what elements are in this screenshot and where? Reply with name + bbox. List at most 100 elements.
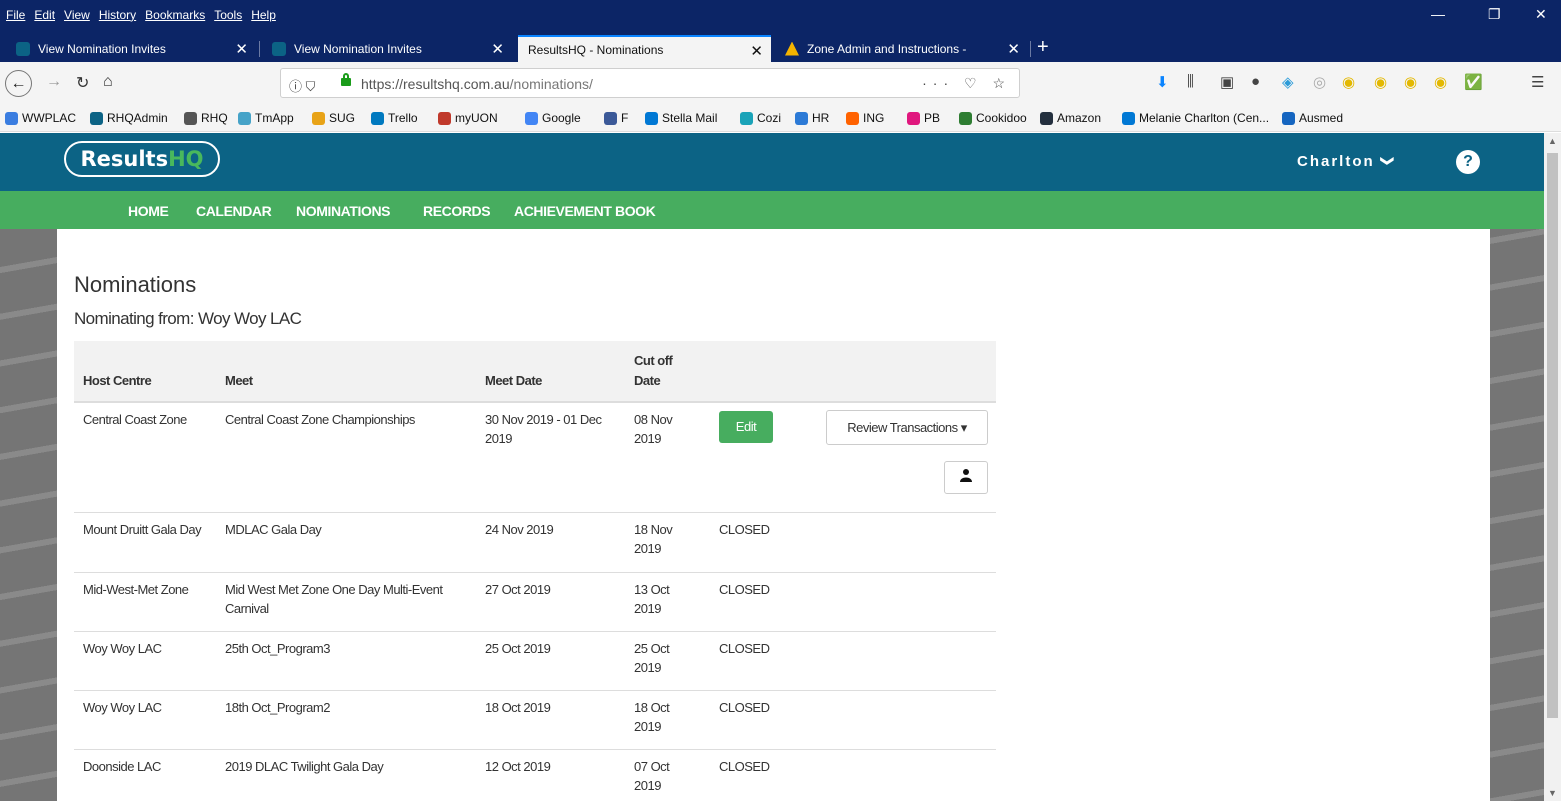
help-icon[interactable]: ? <box>1456 150 1480 174</box>
new-tab-button[interactable]: + <box>1037 36 1049 59</box>
amazon-icon <box>1040 111 1053 125</box>
bookmark-cozi[interactable]: Cozi <box>740 111 781 125</box>
tab-strip: View Nomination Invites ✕ View Nominatio… <box>0 32 1561 62</box>
globe-icon <box>184 111 197 125</box>
meet-date-cell: 18 Oct 2019 <box>485 700 551 715</box>
menu-edit[interactable]: Edit <box>34 8 55 22</box>
library-icon[interactable]: ⫼ <box>1187 73 1194 90</box>
account-icon[interactable]: ● <box>1251 73 1260 90</box>
tab-separator <box>259 41 260 57</box>
close-tab-icon[interactable]: ✕ <box>750 42 763 60</box>
nav-nominations[interactable]: NOMINATIONS <box>296 203 391 219</box>
url-text[interactable]: https://resultshq.com.au/nominations/ <box>361 76 593 92</box>
menu-view[interactable]: View <box>64 8 90 22</box>
column-meet: Meet <box>225 373 253 388</box>
bookmark-facebook[interactable]: F <box>604 111 628 125</box>
bookmark-ing[interactable]: ING <box>846 111 884 125</box>
site-info-icon[interactable]: ⓘ ⛉ <box>289 76 315 95</box>
review-transactions-button[interactable]: Review Transactions ▾ <box>826 410 988 445</box>
tab-zone-admin[interactable]: Zone Admin and Instructions - ✕ <box>775 35 1028 62</box>
back-button[interactable]: ← <box>5 70 32 97</box>
bookmark-icon <box>740 111 753 125</box>
extension-icon[interactable]: ◉ <box>1434 73 1447 91</box>
meet-date-cell: 30 Nov 2019 - 01 Dec 2019 <box>485 412 602 446</box>
nav-achievement-book[interactable]: ACHIEVEMENT BOOK <box>514 203 656 219</box>
bookmark-cookidoo[interactable]: Cookidoo <box>959 111 1027 125</box>
menu-help[interactable]: Help <box>251 8 276 22</box>
bookmark-sug[interactable]: SUG <box>312 111 355 125</box>
scroll-down-icon[interactable]: ▼ <box>1548 788 1557 798</box>
bookmark-trello[interactable]: Trello <box>371 111 418 125</box>
bookmark-amazon[interactable]: Amazon <box>1040 111 1101 125</box>
outlook-icon <box>1122 111 1135 125</box>
nav-records[interactable]: RECORDS <box>423 203 491 219</box>
home-icon[interactable]: ⌂ <box>103 73 113 91</box>
close-tab-icon[interactable]: ✕ <box>1007 40 1020 58</box>
menu-history[interactable]: History <box>99 8 136 22</box>
meet-date-cell: 12 Oct 2019 <box>485 759 551 774</box>
checkmark-extension-icon[interactable]: ✅ <box>1464 73 1483 91</box>
google-drive-icon <box>785 41 799 56</box>
forward-icon[interactable]: → <box>46 73 62 91</box>
resultshq-logo[interactable]: ResultsHQ <box>64 141 220 177</box>
host-cell: Mid-West-Met Zone <box>83 582 189 597</box>
nav-home[interactable]: HOME <box>128 203 169 219</box>
extension-icon[interactable]: ◉ <box>1404 73 1417 91</box>
status-closed: CLOSED <box>719 759 770 774</box>
bookmark-melanie-charlton[interactable]: Melanie Charlton (Cen... <box>1122 111 1269 125</box>
status-closed: CLOSED <box>719 522 770 537</box>
person-icon[interactable] <box>944 461 988 494</box>
meet-cell: Central Coast Zone Championships <box>225 412 415 427</box>
facebook-icon <box>604 111 617 125</box>
extension-icon[interactable]: ◎ <box>1313 73 1326 91</box>
table-row: Doonside LAC 2019 DLAC Twilight Gala Day… <box>74 750 996 801</box>
downloads-icon[interactable]: ⬇ <box>1156 73 1169 91</box>
menu-bookmarks[interactable]: Bookmarks <box>145 8 205 22</box>
status-closed: CLOSED <box>719 641 770 656</box>
address-bar[interactable]: ⓘ ⛉ https://resultshq.com.au/nominations… <box>280 68 1020 98</box>
extension-icon[interactable]: ◉ <box>1342 73 1355 91</box>
bookmark-icon <box>5 111 18 125</box>
tab-view-nomination-invites-2[interactable]: View Nomination Invites ✕ <box>262 35 512 62</box>
page-actions-icon[interactable]: ··· ♡ ☆ <box>922 75 1011 92</box>
table-row: Mid-West-Met Zone Mid West Met Zone One … <box>74 573 996 632</box>
tab-title: Zone Admin and Instructions - <box>807 41 967 56</box>
reload-icon[interactable]: ↻ <box>76 73 89 93</box>
scrollbar-thumb[interactable] <box>1547 153 1558 718</box>
host-cell: Woy Woy LAC <box>83 641 162 656</box>
close-window-button[interactable]: ✕ <box>1535 6 1547 23</box>
cutoff-date-cell: 18 Nov 2019 <box>634 522 673 556</box>
trello-icon <box>371 111 384 125</box>
hamburger-menu-icon[interactable]: ☰ <box>1531 73 1544 91</box>
tab-title: View Nomination Invites <box>38 41 166 56</box>
menu-file[interactable]: File <box>6 8 25 22</box>
extension-icon[interactable]: ◉ <box>1374 73 1387 91</box>
vertical-scrollbar[interactable]: ▲ ▼ <box>1544 133 1561 801</box>
host-cell: Woy Woy LAC <box>83 700 162 715</box>
table-row: Woy Woy LAC 18th Oct_Program2 18 Oct 201… <box>74 691 996 750</box>
bookmark-wwplac[interactable]: WWPLAC <box>5 111 76 125</box>
menu-tools[interactable]: Tools <box>214 8 242 22</box>
edit-button[interactable]: Edit <box>719 411 773 443</box>
nav-calendar[interactable]: CALENDAR <box>196 203 272 219</box>
close-tab-icon[interactable]: ✕ <box>491 40 504 58</box>
extension-icon[interactable]: ◈ <box>1282 73 1294 91</box>
tab-resultshq-nominations[interactable]: ResultsHQ - Nominations ✕ <box>518 35 771 62</box>
bookmark-google[interactable]: Google <box>525 111 581 125</box>
bookmark-rhqadmin[interactable]: RHQAdmin <box>90 111 168 125</box>
meet-cell: 18th Oct_Program2 <box>225 700 330 715</box>
close-tab-icon[interactable]: ✕ <box>235 40 248 58</box>
bookmark-hr[interactable]: HR <box>795 111 829 125</box>
bookmark-stella-mail[interactable]: Stella Mail <box>645 111 717 125</box>
bookmark-ausmed[interactable]: Ausmed <box>1282 111 1343 125</box>
bookmark-rhq[interactable]: RHQ <box>184 111 228 125</box>
bookmark-myuon[interactable]: myUON <box>438 111 498 125</box>
bookmark-tmapp[interactable]: TmApp <box>238 111 294 125</box>
minimize-button[interactable]: — <box>1431 6 1445 22</box>
user-menu[interactable]: Charlton ❯ <box>1297 153 1395 170</box>
scroll-up-icon[interactable]: ▲ <box>1548 136 1557 146</box>
restore-button[interactable]: ❐ <box>1488 6 1501 23</box>
bookmark-pb[interactable]: PB <box>907 111 940 125</box>
tab-view-nomination-invites-1[interactable]: View Nomination Invites ✕ <box>6 35 256 62</box>
sidebar-icon[interactable]: ▣ <box>1220 73 1234 91</box>
